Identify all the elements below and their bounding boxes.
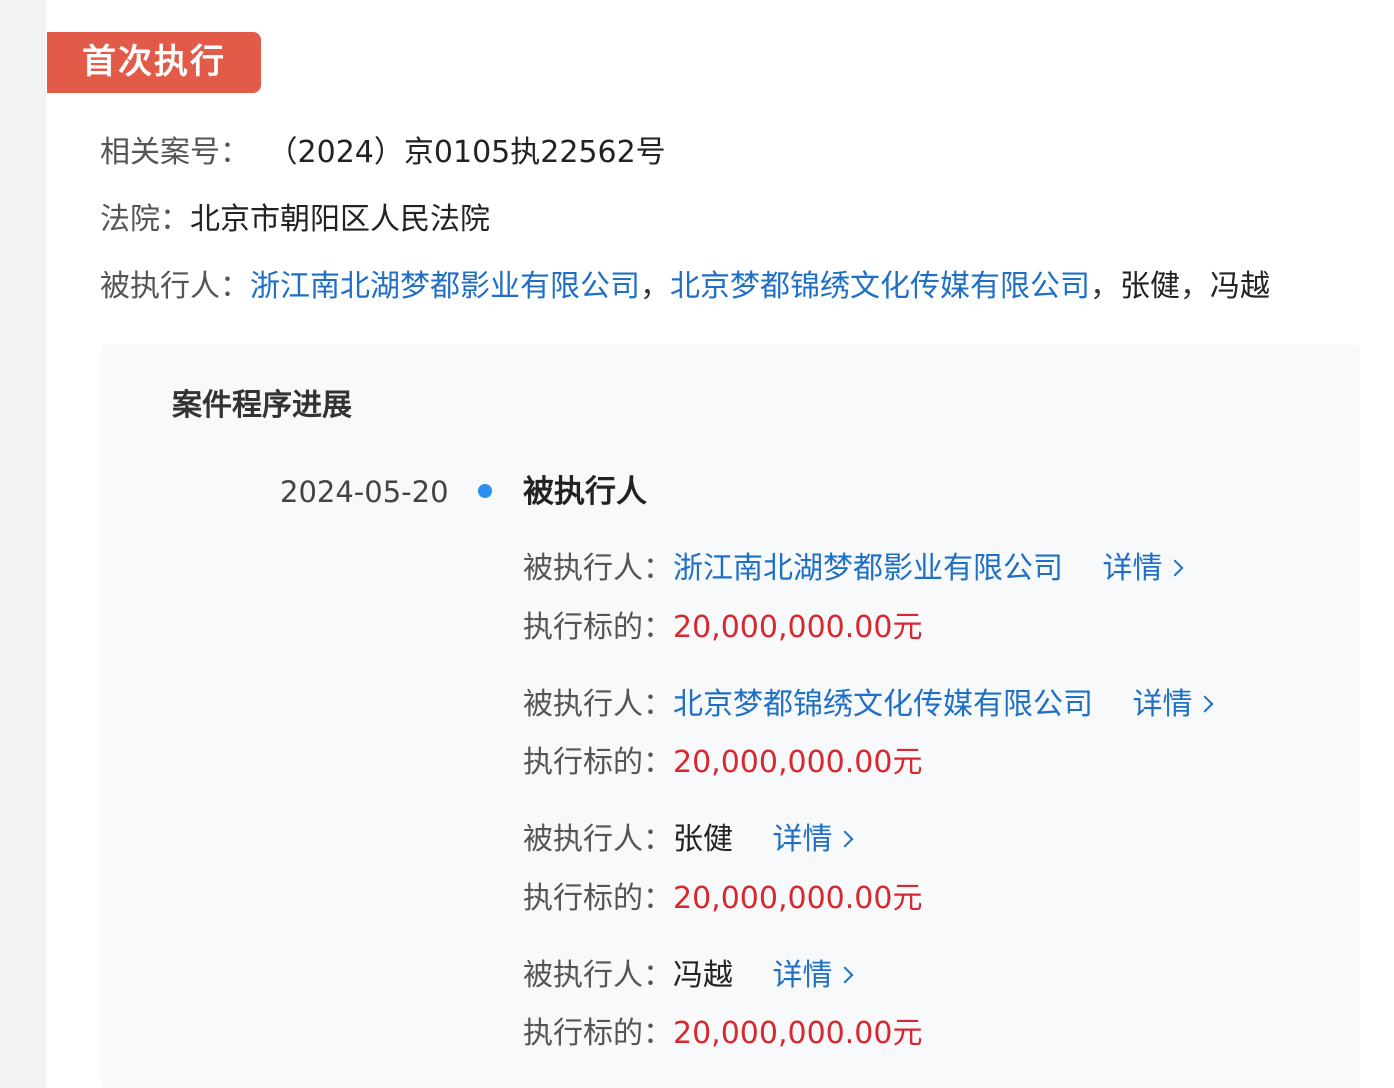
detail-label: 详情 xyxy=(1102,551,1163,586)
entry-person-label: 被执行人： xyxy=(523,551,673,586)
entry-person-label: 被执行人： xyxy=(523,822,673,857)
entry-4-person-row: 被执行人：冯越 详情 xyxy=(523,956,854,996)
entry-2-detail-link[interactable]: 详情 xyxy=(1132,685,1214,725)
timeline-event-title: 被执行人 xyxy=(523,474,647,510)
entry-3-amount-row: 执行标的：20,000,000.00元 xyxy=(523,879,922,919)
executed-person-4: 冯越 xyxy=(1210,269,1270,304)
entry-2-person-link[interactable]: 北京梦都锦绣文化传媒有限公司 xyxy=(673,687,1093,722)
executed-company-link-1[interactable]: 浙江南北湖梦都影业有限公司 xyxy=(250,269,640,304)
separator: ， xyxy=(1180,269,1210,304)
chevron-right-icon xyxy=(836,966,854,984)
entry-2-person-row: 被执行人：北京梦都锦绣文化传媒有限公司 详情 xyxy=(523,685,1214,725)
court-value: 北京市朝阳区人民法院 xyxy=(190,202,490,237)
entry-amount-label: 执行标的： xyxy=(523,1016,673,1051)
entry-person-label: 被执行人： xyxy=(523,958,673,993)
entry-1-amount: 20,000,000.00元 xyxy=(673,610,923,645)
entry-1-amount-row: 执行标的：20,000,000.00元 xyxy=(523,608,922,648)
court-label: 法院： xyxy=(100,202,190,237)
entry-3-detail-link[interactable]: 详情 xyxy=(772,820,854,860)
case-number-value: （2024）京0105执22562号 xyxy=(267,135,666,170)
court-row: 法院：北京市朝阳区人民法院 xyxy=(100,200,490,240)
entry-4-detail-link[interactable]: 详情 xyxy=(772,956,854,996)
entry-1-person-row: 被执行人：浙江南北湖梦都影业有限公司 详情 xyxy=(523,549,1184,589)
timeline-date: 2024-05-20 xyxy=(280,475,449,509)
entry-amount-label: 执行标的： xyxy=(523,881,673,916)
case-number-row: 相关案号： （2024）京0105执22562号 xyxy=(100,133,666,173)
executed-persons-label: 被执行人： xyxy=(100,269,250,304)
executed-persons-row: 被执行人：浙江南北湖梦都影业有限公司，北京梦都锦绣文化传媒有限公司，张健，冯越 xyxy=(100,267,1270,307)
entry-1-detail-link[interactable]: 详情 xyxy=(1102,549,1184,589)
separator: ， xyxy=(640,269,670,304)
entry-3-person-row: 被执行人：张健 详情 xyxy=(523,820,854,860)
entry-3-person-name: 张健 xyxy=(673,822,733,857)
chevron-right-icon xyxy=(836,830,854,848)
executed-person-3: 张健 xyxy=(1120,269,1180,304)
first-execution-tag: 首次执行 xyxy=(47,32,261,93)
entry-2-amount: 20,000,000.00元 xyxy=(673,745,923,780)
entry-person-label: 被执行人： xyxy=(523,687,673,722)
detail-label: 详情 xyxy=(772,958,833,993)
entry-2-amount-row: 执行标的：20,000,000.00元 xyxy=(523,743,922,783)
timeline-dot-icon xyxy=(478,484,492,498)
entry-3-amount: 20,000,000.00元 xyxy=(673,881,923,916)
separator: ， xyxy=(1090,269,1120,304)
executed-company-link-2[interactable]: 北京梦都锦绣文化传媒有限公司 xyxy=(670,269,1090,304)
detail-label: 详情 xyxy=(1132,687,1193,722)
entry-4-person-name: 冯越 xyxy=(673,958,733,993)
entry-amount-label: 执行标的： xyxy=(523,610,673,645)
chevron-right-icon xyxy=(1166,559,1184,577)
detail-label: 详情 xyxy=(772,822,833,857)
entry-1-person-link[interactable]: 浙江南北湖梦都影业有限公司 xyxy=(673,551,1063,586)
entry-4-amount-row: 执行标的：20,000,000.00元 xyxy=(523,1014,922,1054)
entry-amount-label: 执行标的： xyxy=(523,745,673,780)
entry-4-amount: 20,000,000.00元 xyxy=(673,1016,923,1051)
case-progress-title: 案件程序进展 xyxy=(172,388,352,423)
case-number-label: 相关案号： xyxy=(100,135,250,170)
chevron-right-icon xyxy=(1196,695,1214,713)
